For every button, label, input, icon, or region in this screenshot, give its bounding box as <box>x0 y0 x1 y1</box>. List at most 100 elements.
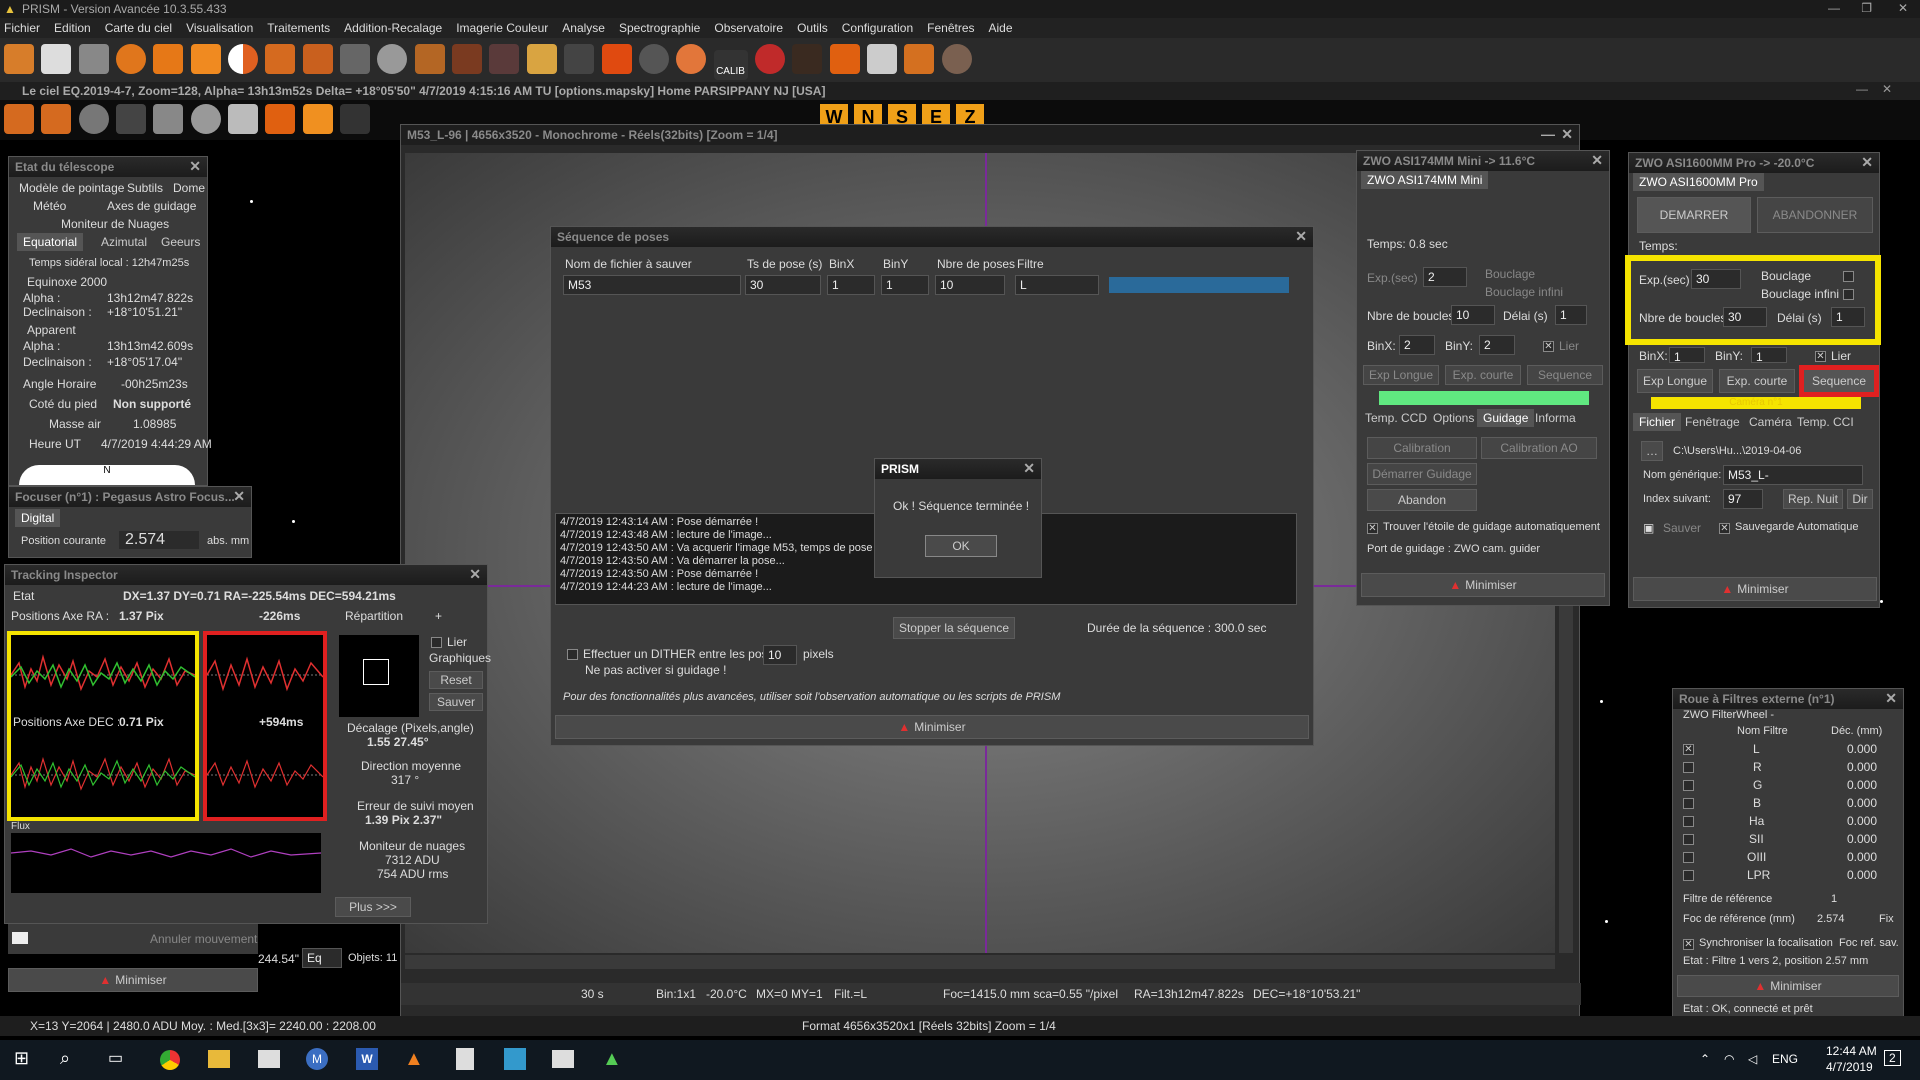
mail-icon[interactable] <box>258 1050 280 1068</box>
contrast-icon[interactable] <box>228 44 259 74</box>
notification-icon[interactable]: 2 <box>1884 1050 1901 1066</box>
camera-icon[interactable] <box>754 44 785 74</box>
cam1600-tab[interactable]: ZWO ASI1600MM Pro <box>1633 173 1764 191</box>
wheel-minimize-button[interactable]: ▲ Minimiser <box>1677 975 1899 997</box>
frame-icon[interactable] <box>866 44 897 74</box>
filter-checkbox[interactable]: ✕ <box>1683 744 1694 755</box>
menu-item[interactable]: Analyse <box>562 21 605 35</box>
cloud-monitor-link[interactable]: Moniteur de Nuages <box>61 217 169 231</box>
explorer-icon[interactable] <box>208 1050 230 1068</box>
filename-input[interactable]: M53 <box>563 275 741 295</box>
cam1600-save[interactable]: Sauver <box>1663 521 1701 535</box>
prism-taskbar-icon[interactable]: ▲ <box>602 1048 622 1071</box>
cam174-start-guide-button[interactable]: Démarrer Guidage <box>1367 463 1477 485</box>
scope-icon[interactable] <box>489 44 520 74</box>
filter-row[interactable]: SII 0.000 <box>1683 831 1903 849</box>
menu-item[interactable]: Fichier <box>4 21 40 35</box>
restore-icon[interactable]: ❐ <box>1861 1 1872 15</box>
tab-digital[interactable]: Digital <box>15 509 61 527</box>
browse-button[interactable]: … <box>1641 441 1663 461</box>
cam174-tab-guidage[interactable]: Guidage <box>1477 409 1535 427</box>
figure-icon[interactable] <box>564 44 595 74</box>
filter-row[interactable]: OIII 0.000 <box>1683 849 1903 867</box>
menu-item[interactable]: Edition <box>54 21 91 35</box>
reset-button[interactable]: Reset <box>429 671 483 689</box>
cam1600-tab-temp[interactable]: Temp. CCI <box>1791 413 1860 431</box>
cam174-exp[interactable]: 2 <box>1423 267 1467 287</box>
annuler-icon[interactable] <box>12 932 28 944</box>
clock-date[interactable]: 4/7/2019 <box>1826 1060 1873 1074</box>
bouclage-checkbox[interactable] <box>1843 271 1854 282</box>
menu-item[interactable]: Observatoire <box>714 21 783 35</box>
save-disk-icon[interactable]: ▣ <box>1643 521 1654 535</box>
cam174-seq-button[interactable]: Sequence <box>1527 365 1603 385</box>
ruler-icon[interactable] <box>904 44 935 74</box>
graphiques-label[interactable]: Graphiques <box>429 651 491 665</box>
cam1600-biny[interactable]: 1 <box>1751 347 1787 364</box>
telescope-close-icon[interactable]: ✕ <box>189 158 201 175</box>
image-close-icon[interactable]: ✕ <box>1561 126 1573 143</box>
cam1600-gen[interactable]: M53_L- <box>1723 465 1863 485</box>
menu-item[interactable]: Spectrographie <box>619 21 700 35</box>
task-view-icon[interactable]: ▭ <box>108 1048 123 1068</box>
cam174-binx[interactable]: 2 <box>1399 335 1435 355</box>
cam1600-tab-camera[interactable]: Caméra <box>1743 413 1798 431</box>
calib-icon[interactable]: CALIB <box>713 50 748 80</box>
dither-checkbox[interactable] <box>567 649 578 660</box>
cam174-biny[interactable]: 2 <box>1479 335 1515 355</box>
cam1600-minimize-button[interactable]: ▲ Minimiser <box>1633 577 1877 601</box>
filter-checkbox[interactable] <box>1683 798 1694 809</box>
annuler-label[interactable]: Annuler mouvement <box>150 932 257 946</box>
sync-checkbox[interactable]: ✕ <box>1683 939 1694 950</box>
cam174-calib-ao-button[interactable]: Calibration AO <box>1481 437 1597 459</box>
star-burst-icon[interactable] <box>340 104 371 134</box>
app2-icon[interactable] <box>504 1048 526 1070</box>
calculator-icon[interactable] <box>456 1048 474 1070</box>
filter-checkbox[interactable] <box>1683 834 1694 845</box>
bucket-icon[interactable] <box>526 44 557 74</box>
wifi-icon[interactable]: ◠ <box>1724 1052 1734 1066</box>
nposes-input[interactable]: 10 <box>935 275 1005 295</box>
search-icon[interactable]: ⌕ <box>60 1048 70 1069</box>
guide-axes-link[interactable]: Axes de guidage <box>107 199 196 213</box>
zoom-out-icon[interactable] <box>41 104 72 134</box>
filter-checkbox[interactable] <box>1683 762 1694 773</box>
info-icon[interactable] <box>116 44 147 74</box>
flame-icon[interactable] <box>601 44 632 74</box>
sequence-button-highlighted[interactable]: Sequence <box>1799 365 1879 397</box>
filter-row[interactable]: ✕ L 0.000 <box>1683 741 1903 759</box>
zoom2-icon[interactable] <box>302 44 333 74</box>
m-app-icon[interactable]: M <box>306 1048 328 1070</box>
filter-row[interactable]: B 0.000 <box>1683 795 1903 813</box>
cam1600-exp[interactable]: 30 <box>1691 269 1741 289</box>
cam1600-tab-fenetrage[interactable]: Fenêtrage <box>1679 413 1746 431</box>
filter-row[interactable]: R 0.000 <box>1683 759 1903 777</box>
abort-button[interactable]: ABANDONNER <box>1757 197 1873 233</box>
sun-icon[interactable] <box>78 104 109 134</box>
start-button[interactable]: DEMARRER <box>1637 197 1751 233</box>
print-icon[interactable] <box>78 44 109 74</box>
app3-icon[interactable] <box>552 1050 574 1068</box>
menu-item[interactable]: Carte du ciel <box>105 21 172 35</box>
cam1600-binx[interactable]: 1 <box>1669 347 1705 364</box>
menu-item[interactable]: Configuration <box>842 21 913 35</box>
sauver-button[interactable]: Sauver <box>429 693 483 711</box>
autosave-checkbox[interactable]: ✕ <box>1719 523 1730 534</box>
cam174-lier-checkbox[interactable]: ✕ <box>1543 341 1554 352</box>
menu-item[interactable]: Aide <box>989 21 1013 35</box>
arrows-icon[interactable] <box>265 104 296 134</box>
cam1600-close-icon[interactable]: ✕ <box>1861 154 1873 171</box>
clock-time[interactable]: 12:44 AM <box>1826 1044 1877 1058</box>
plus-button[interactable]: Plus >>> <box>335 897 411 917</box>
pointing-model-link[interactable]: Modèle de pointage <box>19 181 124 195</box>
dither-input[interactable]: 10 <box>763 645 797 665</box>
wheel-close-icon[interactable]: ✕ <box>1885 690 1897 707</box>
printer-icon[interactable] <box>228 104 259 134</box>
language-indicator[interactable]: ENG <box>1772 1052 1798 1066</box>
cam174-abort-button[interactable]: Abandon <box>1367 489 1477 511</box>
meteo-link[interactable]: Météo <box>33 199 66 213</box>
cam174-long-button[interactable]: Exp Longue <box>1363 365 1439 385</box>
menu-item[interactable]: Addition-Recalage <box>344 21 442 35</box>
face-icon[interactable] <box>941 44 972 74</box>
tool-icon[interactable] <box>414 44 445 74</box>
